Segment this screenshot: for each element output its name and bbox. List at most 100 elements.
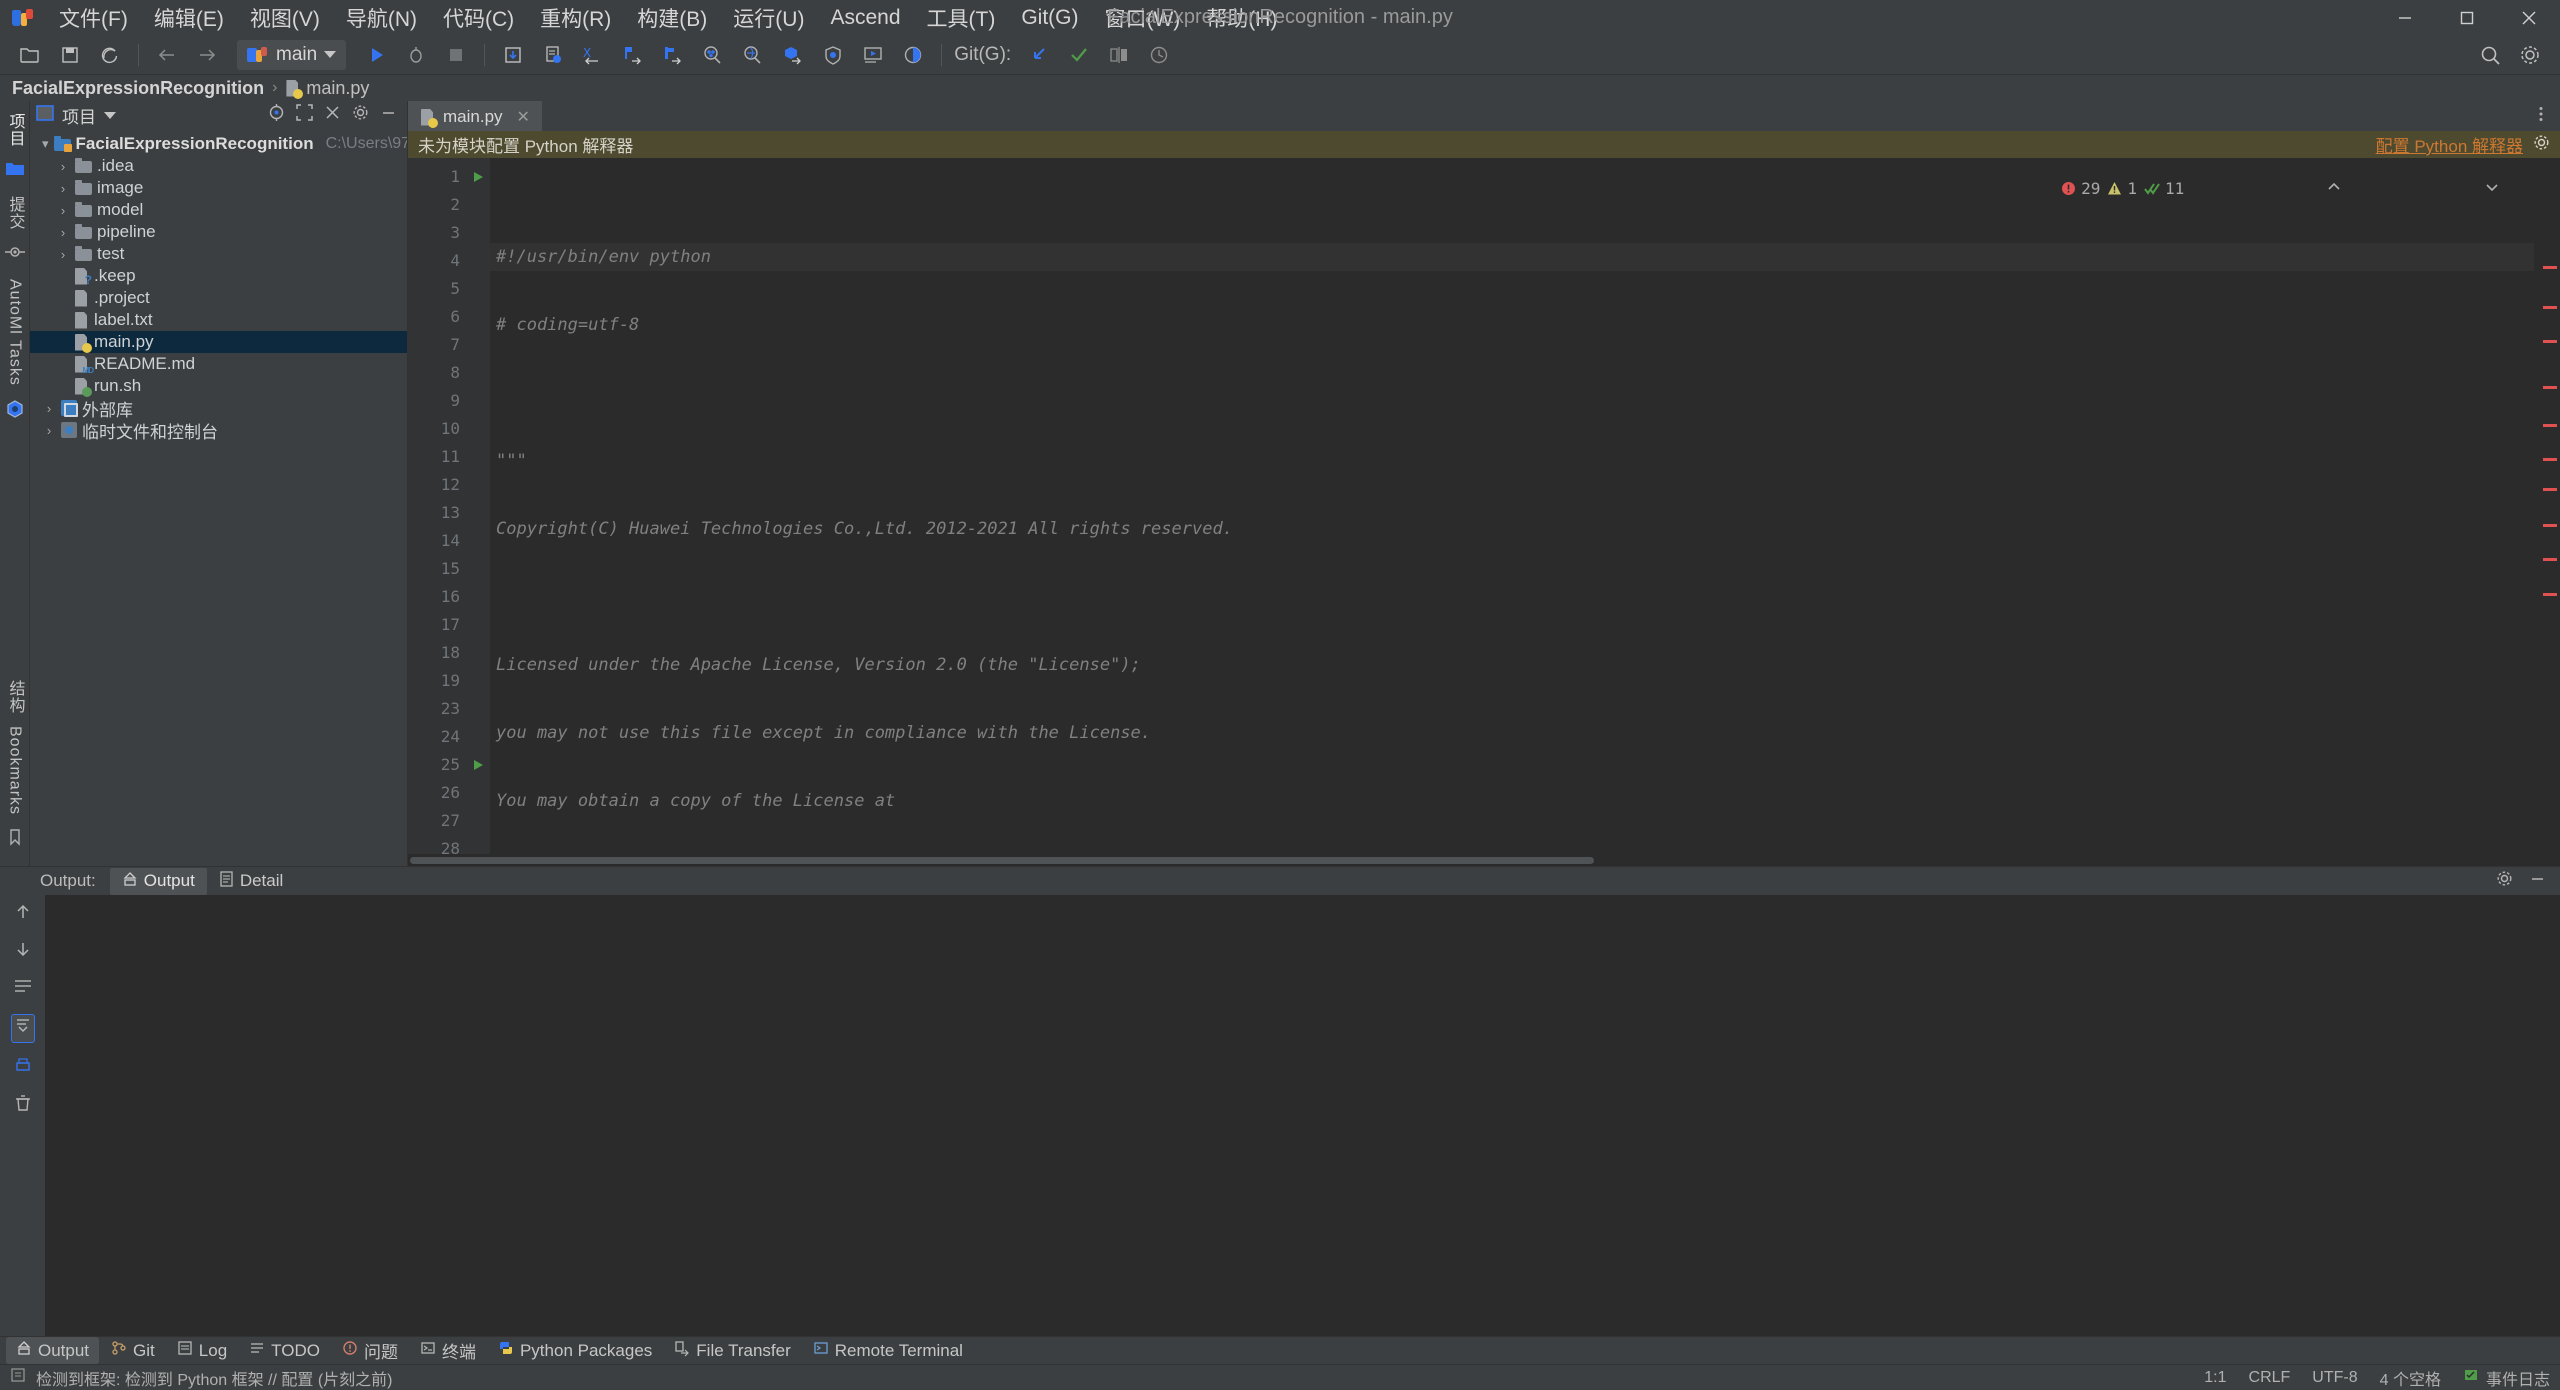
forward-arrow-icon[interactable] bbox=[190, 38, 224, 72]
run-marker-gutter[interactable] bbox=[466, 158, 490, 854]
breadcrumb-file[interactable]: main.py bbox=[285, 78, 369, 99]
chevron-right-icon[interactable]: › bbox=[42, 423, 56, 438]
trash-icon[interactable] bbox=[14, 1094, 32, 1117]
output-tab-detail[interactable]: Detail bbox=[207, 868, 295, 895]
bottom-tab-remote-terminal[interactable]: Remote Terminal bbox=[803, 1337, 973, 1364]
menu-tools[interactable]: 工具(T) bbox=[914, 0, 1009, 37]
menu-build[interactable]: 构建(B) bbox=[624, 0, 720, 37]
locate-icon[interactable] bbox=[268, 104, 285, 126]
tree-row-pipeline[interactable]: › pipeline bbox=[30, 221, 407, 243]
output-console-content[interactable] bbox=[45, 895, 2560, 1336]
inspection-summary[interactable]: 29 1 11 bbox=[2061, 160, 2500, 217]
flow-transfer-icon[interactable] bbox=[656, 38, 690, 72]
scrollbar-thumb[interactable] bbox=[410, 857, 1594, 864]
bottom-tab-todo[interactable]: TODO bbox=[239, 1337, 330, 1364]
search-globe-icon[interactable] bbox=[736, 38, 770, 72]
terminal-play-icon[interactable] bbox=[856, 38, 890, 72]
tree-row-run-sh[interactable]: run.sh bbox=[30, 375, 407, 397]
commit-node-icon[interactable] bbox=[4, 243, 25, 266]
tree-row-keep[interactable]: ? .keep bbox=[30, 265, 407, 287]
bottom-tab-file-transfer[interactable]: File Transfer bbox=[664, 1337, 800, 1364]
save-icon[interactable] bbox=[53, 38, 87, 72]
chevron-right-icon[interactable]: › bbox=[56, 181, 70, 196]
menu-git[interactable]: Git(G) bbox=[1008, 2, 1091, 34]
event-log-button[interactable]: 事件日志 bbox=[2463, 1366, 2550, 1390]
run-gutter-icon[interactable] bbox=[466, 163, 490, 191]
search-everywhere-icon[interactable] bbox=[2473, 38, 2507, 72]
warning-count-badge[interactable]: 1 bbox=[2107, 179, 2137, 198]
update-project-icon[interactable] bbox=[1022, 38, 1056, 72]
file-encoding[interactable]: UTF-8 bbox=[2312, 1369, 2357, 1387]
bottom-tab-output[interactable]: Output bbox=[6, 1337, 100, 1364]
tree-row-model[interactable]: › model bbox=[30, 199, 407, 221]
bottom-tab-terminal[interactable]: 终端 bbox=[410, 1335, 486, 1366]
chevron-right-icon[interactable]: › bbox=[56, 247, 70, 262]
settings-file-icon[interactable] bbox=[536, 38, 570, 72]
code-editor[interactable]: 1 2 3 4 5 6 7 8 9 10 11 12 13 14 15 16 1 bbox=[408, 158, 2560, 858]
close-button[interactable] bbox=[2498, 0, 2560, 35]
menu-code[interactable]: 代码(C) bbox=[430, 0, 527, 37]
project-tree[interactable]: ▾ FacialExpressionRecognition C:\Users\9… bbox=[30, 129, 407, 866]
more-options-icon[interactable] bbox=[2532, 105, 2550, 128]
minimize-panel-icon[interactable] bbox=[380, 104, 397, 126]
output-tab-output[interactable]: Output bbox=[109, 867, 207, 895]
menu-run[interactable]: 运行(U) bbox=[720, 0, 817, 37]
git-branch-selector[interactable]: main bbox=[237, 39, 347, 70]
maximize-button[interactable] bbox=[2436, 0, 2498, 35]
bottom-tab-problems[interactable]: 问题 bbox=[332, 1335, 408, 1366]
chevron-right-icon[interactable]: › bbox=[56, 225, 70, 240]
download-box-icon[interactable] bbox=[496, 38, 530, 72]
tree-row-scratches[interactable]: › 临时文件和控制台 bbox=[30, 419, 407, 442]
menu-edit[interactable]: 编辑(E) bbox=[141, 0, 237, 37]
project-transfer-icon[interactable] bbox=[616, 38, 650, 72]
editor-error-stripe[interactable] bbox=[2534, 158, 2560, 854]
bottom-tab-python-packages[interactable]: Python Packages bbox=[488, 1337, 662, 1364]
chevron-right-icon[interactable]: › bbox=[56, 203, 70, 218]
automl-icon[interactable] bbox=[5, 399, 25, 424]
rail-tab-project[interactable]: 项目 bbox=[3, 107, 27, 153]
menu-navigate[interactable]: 导航(N) bbox=[333, 0, 430, 37]
rail-tab-bookmarks[interactable]: Bookmarks bbox=[6, 720, 24, 821]
sync-icon[interactable] bbox=[93, 38, 127, 72]
run-icon[interactable] bbox=[359, 38, 393, 72]
editor-horizontal-scrollbar[interactable] bbox=[408, 854, 2560, 866]
project-panel-view-icon[interactable] bbox=[36, 104, 54, 126]
soft-wrap-icon[interactable] bbox=[13, 977, 33, 1000]
menu-ascend[interactable]: Ascend bbox=[817, 2, 913, 34]
editor-tab-main-py[interactable]: main.py ✕ bbox=[408, 101, 542, 131]
tree-row-test[interactable]: › test bbox=[30, 243, 407, 265]
status-message[interactable]: 检测到框架: 检测到 Python 框架 // 配置 (片刻之前) bbox=[36, 1366, 392, 1390]
stop-icon[interactable] bbox=[439, 38, 473, 72]
line-separator[interactable]: CRLF bbox=[2249, 1369, 2291, 1387]
package-transfer-icon[interactable] bbox=[776, 38, 810, 72]
weak-warning-count-badge[interactable]: 11 bbox=[2144, 179, 2184, 198]
scroll-up-icon[interactable] bbox=[14, 903, 32, 926]
menu-help[interactable]: 帮助(H) bbox=[1193, 0, 1290, 37]
settings-icon[interactable] bbox=[352, 104, 369, 126]
commit-check-icon[interactable] bbox=[1062, 38, 1096, 72]
notification-settings-icon[interactable] bbox=[2533, 134, 2550, 156]
settings-icon[interactable] bbox=[2496, 870, 2513, 892]
next-problem-icon[interactable] bbox=[2349, 160, 2500, 217]
close-panel-icon[interactable] bbox=[324, 104, 341, 126]
print-icon[interactable] bbox=[14, 1057, 32, 1080]
indent-setting[interactable]: 4 个空格 bbox=[2380, 1366, 2441, 1390]
profile-icon[interactable] bbox=[896, 38, 930, 72]
project-folder-icon[interactable] bbox=[5, 160, 25, 183]
code-text[interactable]: 29 1 11 #!/usr/bin/env python # coding=u… bbox=[490, 158, 2534, 854]
tree-row-project-file[interactable]: .project bbox=[30, 287, 407, 309]
open-folder-icon[interactable] bbox=[13, 38, 47, 72]
minimize-button[interactable] bbox=[2374, 0, 2436, 35]
chevron-expanded-icon[interactable]: ▾ bbox=[42, 136, 49, 152]
scroll-to-end-icon[interactable] bbox=[10, 1014, 35, 1043]
project-panel-chevron-down-icon[interactable] bbox=[104, 111, 116, 119]
prev-problem-icon[interactable] bbox=[2191, 160, 2342, 217]
rail-tab-commit[interactable]: 提交 bbox=[3, 190, 27, 236]
bottom-tab-git[interactable]: Git bbox=[101, 1337, 165, 1364]
tree-row-main-py[interactable]: main.py bbox=[30, 331, 407, 353]
tree-row-idea[interactable]: › .idea bbox=[30, 155, 407, 177]
scroll-down-icon[interactable] bbox=[14, 940, 32, 963]
close-tab-icon[interactable]: ✕ bbox=[517, 107, 530, 127]
menu-file[interactable]: 文件(F) bbox=[46, 0, 141, 37]
hide-icon[interactable] bbox=[2529, 870, 2546, 892]
